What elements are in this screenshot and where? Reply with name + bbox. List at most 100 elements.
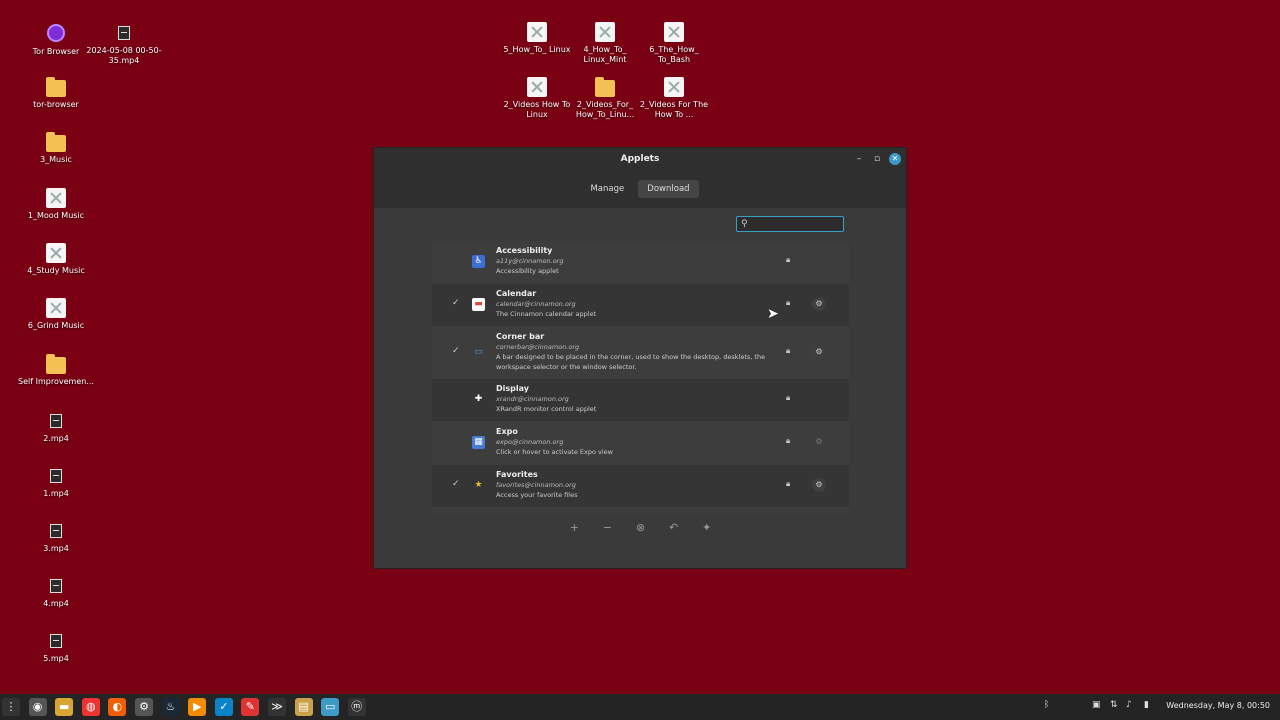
desktop-icon[interactable]: 2_Videos How To Linux	[499, 77, 575, 120]
desktop-icon[interactable]: 6_The_How_ To_Bash	[636, 22, 712, 65]
tab-download[interactable]: Download	[638, 180, 699, 198]
desktop-icon-label: 5.mp4	[43, 654, 69, 663]
applet-uuid: a11y@cinnamon.org	[496, 257, 564, 265]
desktop-icon-label: 4_How_To_ Linux_Mint	[583, 45, 627, 64]
desktop-icon[interactable]: 1_Mood Music	[18, 188, 94, 221]
configure-icon[interactable]: ⚙	[812, 297, 826, 311]
menu-icon[interactable]: ⋮	[2, 698, 20, 716]
desktop-icon[interactable]: tor-browser	[18, 77, 94, 110]
window-titlebar[interactable]: Applets – ▫ ✕ Manage Download	[374, 148, 906, 208]
bluetooth-icon[interactable]: ᛒ	[1044, 700, 1049, 710]
applet-row[interactable]: ✚ Display xrandr@cinnamon.org XRandR monito…	[432, 379, 849, 422]
remove-icon[interactable]: −	[593, 518, 621, 538]
desktop-icon[interactable]: 6_Grind Music	[18, 298, 94, 331]
window-title: Applets	[620, 154, 660, 164]
desktop-icon[interactable]: 2_Videos For The How To ...	[636, 77, 712, 120]
editor-icon[interactable]: ✎	[241, 698, 260, 716]
minimize-icon[interactable]: –	[853, 153, 865, 165]
configure-icon[interactable]: ⚙	[812, 478, 826, 492]
network-icon[interactable]: ⇅	[1110, 700, 1118, 710]
applet-desc: Access your favorite files	[496, 491, 578, 499]
files-icon[interactable]: ▬	[55, 698, 74, 716]
applet-desc: Accessibility applet	[496, 267, 559, 275]
more-icon[interactable]: ✦	[693, 518, 721, 538]
clipboard-icon[interactable]: ▣	[1092, 700, 1101, 710]
terminal-icon[interactable]: ≫	[268, 698, 286, 716]
nemo-icon[interactable]: ▭	[321, 698, 340, 716]
video-file-icon	[50, 524, 62, 538]
applet-row[interactable]: ✓ ▬ Calendar calendar@cinnamon.org The Cinna…	[432, 284, 849, 327]
applet-info: Expo expo@cinnamon.org Click or hover to a…	[496, 427, 779, 457]
check-icon: ✓	[452, 298, 460, 308]
applet-uuid: xrandr@cinnamon.org	[496, 395, 569, 403]
applet-row[interactable]: Grouped window list	[432, 508, 849, 513]
lock-icon: 🔒︎	[786, 255, 791, 264]
uninstall-icon[interactable]: ⊗	[627, 518, 655, 538]
search-icon: ⚲	[741, 219, 748, 229]
desktop-icon: ▭	[474, 347, 483, 357]
settings-icon[interactable]: ⚙	[135, 698, 153, 716]
firefox-icon[interactable]: ◐	[108, 698, 127, 716]
maximize-icon[interactable]: ▫	[871, 153, 883, 165]
volume-icon[interactable]: ♪	[1126, 700, 1132, 710]
applet-row[interactable]: ✓ ★ Favorites favorites@cinnamon.org Access …	[432, 465, 849, 508]
desktop-icon-label: 2.mp4	[43, 434, 69, 443]
video-file-icon	[50, 414, 62, 428]
applet-info: Accessibility a11y@cinnamon.org Accessibil…	[496, 246, 779, 276]
battery-icon[interactable]: ▮	[1144, 700, 1149, 710]
desktop-icon[interactable]: 5_How_To_ Linux	[499, 22, 575, 55]
restore-icon[interactable]: ↶	[660, 518, 688, 538]
video-file-icon	[50, 634, 62, 648]
taskbar-clock[interactable]: Wednesday, May 8, 00:50	[1166, 701, 1270, 710]
broken-file-icon	[46, 188, 66, 208]
vlc-icon[interactable]: ▶	[188, 698, 207, 716]
video-file-icon	[50, 469, 62, 483]
desktop-icon[interactable]: 4_Study Music	[18, 243, 94, 276]
video-file-icon	[118, 26, 130, 40]
applet-uuid: favorites@cinnamon.org	[496, 481, 576, 489]
desktop-icon-label: 3_Music	[40, 155, 72, 164]
chrome-icon[interactable]: ◍	[81, 698, 100, 716]
applet-row[interactable]: ♿ Accessibility a11y@cinnamon.org Accessibi…	[432, 241, 849, 284]
desktop-icon[interactable]: 2_Videos_For_ How_To_Linu...	[567, 77, 643, 120]
video-file-icon	[50, 579, 62, 593]
close-icon[interactable]: ✕	[889, 153, 901, 165]
desktop-icon[interactable]: 5.mp4	[18, 630, 94, 664]
disk-icon[interactable]: ◉	[28, 698, 47, 716]
desktop-icon-label: Tor Browser	[32, 47, 80, 56]
vscode-icon[interactable]: ✓	[214, 698, 233, 716]
desktop-icon[interactable]: Tor Browser	[18, 22, 94, 57]
configure-icon[interactable]: ⚙	[812, 435, 826, 449]
applet-name: Display	[496, 384, 529, 393]
archive-icon[interactable]: ▤	[294, 698, 313, 716]
applet-list[interactable]: ♿ Accessibility a11y@cinnamon.org Accessibi…	[432, 241, 849, 513]
desktop-icon-video-recording[interactable]: 2024-05-08 00-50-35.mp4	[86, 22, 162, 66]
applet-row[interactable]: ✓ ▭ Corner bar cornerbar@cinnamon.org A bar …	[432, 327, 849, 379]
applet-row[interactable]: ▦ Expo expo@cinnamon.org Click or hover to …	[432, 422, 849, 465]
desktop-icon-label: 4.mp4	[43, 599, 69, 608]
applet-uuid: expo@cinnamon.org	[496, 438, 564, 446]
desktop-icon[interactable]: 4.mp4	[18, 575, 94, 609]
desktop-icon[interactable]: 1.mp4	[18, 465, 94, 499]
lock-icon: 🔒︎	[786, 436, 791, 445]
desktop-icon[interactable]: 3.mp4	[18, 520, 94, 554]
desktop-icon-label: 2_Videos_For_ How_To_Linu...	[575, 100, 635, 119]
configure-icon[interactable]: ⚙	[812, 345, 826, 359]
applet-info: Corner bar cornerbar@cinnamon.org A bar de…	[496, 332, 779, 372]
search-box[interactable]: ⚲	[736, 216, 844, 232]
desktop-icon[interactable]: Self Improvemen...	[18, 354, 94, 387]
steam-icon[interactable]: ♨	[161, 698, 180, 716]
mint-icon[interactable]: ⓜ	[347, 698, 366, 716]
tab-manage[interactable]: Manage	[581, 180, 633, 198]
broken-file-icon	[595, 22, 615, 42]
desktop-icon-label: Self Improvemen...	[18, 377, 94, 386]
add-icon[interactable]: +	[560, 518, 588, 538]
desktop-icon[interactable]: 2.mp4	[18, 410, 94, 444]
desktop-icon[interactable]: 3_Music	[18, 132, 94, 165]
lock-icon: 🔒︎	[786, 346, 791, 355]
applet-name: Accessibility	[496, 246, 553, 255]
desktop-icon-label: 2_Videos How To Linux	[503, 100, 571, 119]
folder-file-icon	[46, 354, 66, 374]
search-input[interactable]	[753, 218, 839, 230]
desktop-icon[interactable]: 4_How_To_ Linux_Mint	[567, 22, 643, 65]
